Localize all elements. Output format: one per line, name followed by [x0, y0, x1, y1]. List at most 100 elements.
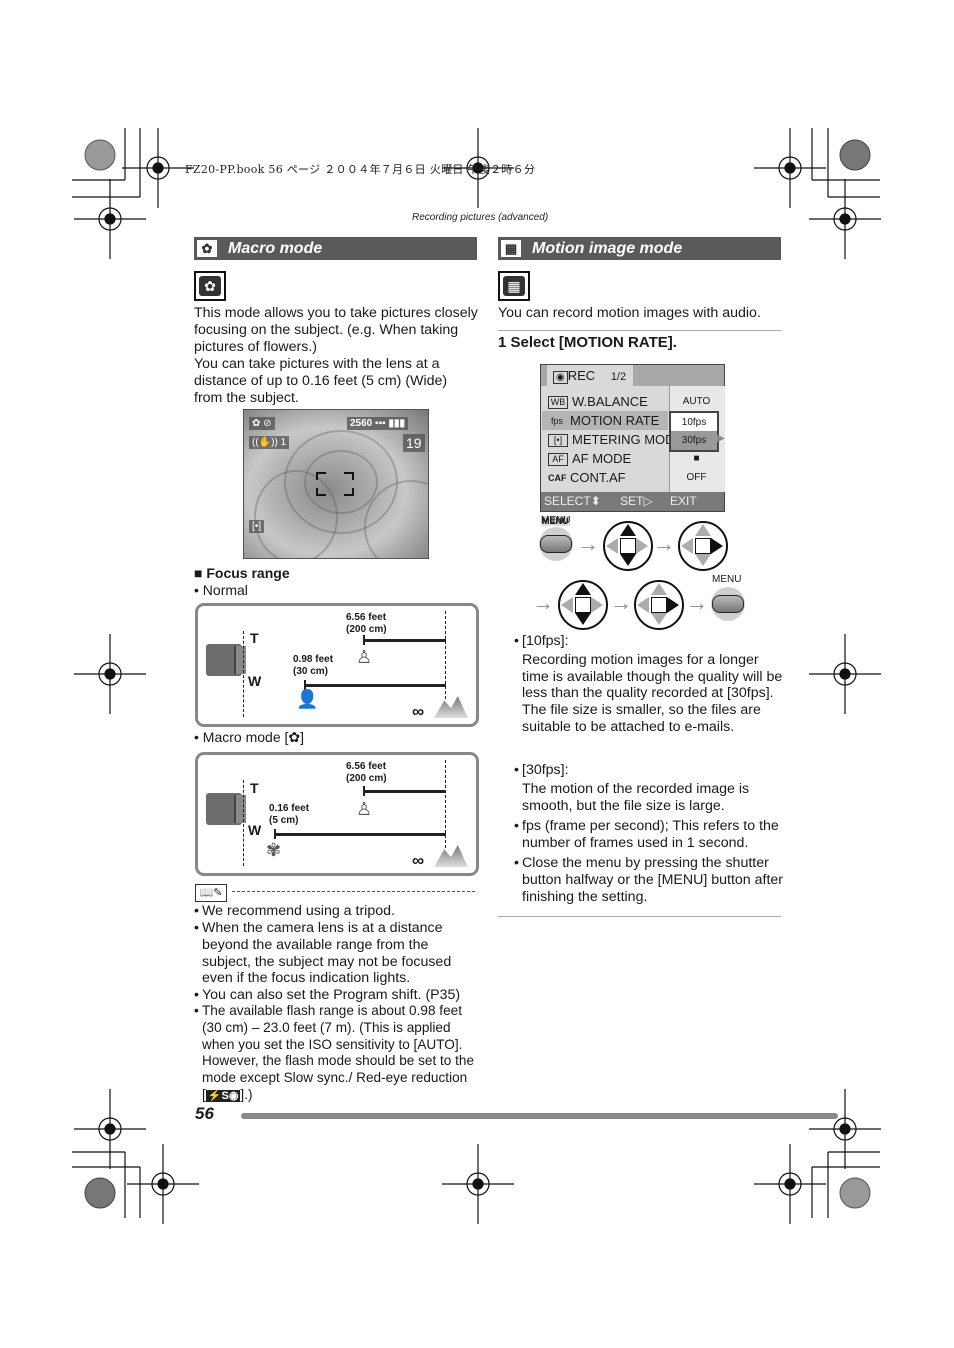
footer-bar — [241, 1113, 838, 1119]
resolution-readout: 2560 ▪▪▪ ▮▮▮ — [347, 417, 408, 430]
up-arrow-icon — [575, 583, 591, 595]
wide-label: W — [248, 822, 262, 838]
tele-label: T — [250, 630, 259, 646]
infinity-symbol: ∞ — [412, 702, 425, 721]
step-text: Select [MOTION RATE]. — [510, 334, 677, 351]
note-divider — [232, 891, 475, 892]
menu-button — [711, 587, 745, 621]
focus-diagram-normal: T W 6.56 feet (200 cm) ♙ 0.98 feet (30 c… — [195, 603, 479, 727]
menu-button — [539, 527, 573, 561]
menu-row-af-mode: AF AF MODE — [542, 449, 668, 468]
note-item: • When the camera lens is at a distance b… — [194, 920, 452, 987]
divider — [498, 916, 781, 917]
rec-tab: ◉ REC 1/2 — [547, 365, 633, 386]
right-arrow-icon — [711, 538, 723, 554]
note-icon: 📖✎ — [195, 884, 227, 902]
page-number: 56 — [195, 1104, 214, 1123]
rec-menu-screen: ◉ REC 1/2 WB W.BALANCE AUTO fps MOTION RATE… — [540, 364, 725, 526]
menu-row-w-balance: WB W.BALANCE — [542, 392, 668, 411]
focus-diagram-macro: T W 6.56 feet (200 cm) ♙ 0.16 feet (5 cm… — [195, 752, 479, 876]
down-arrow-icon — [695, 554, 711, 566]
menu-label: MENU — [712, 574, 742, 585]
macro-flower-icon: ✿ ⊘ — [249, 417, 275, 430]
menu-row-cont-af: CAF CONT.AF — [548, 470, 626, 485]
macro-flower-icon: ✿ — [288, 729, 301, 745]
dpad-right — [634, 580, 684, 630]
menu-row-motion-rate: fps MOTION RATE — [542, 411, 668, 430]
normal-label: • Normal — [194, 582, 248, 598]
tele-distance: 6.56 feet (200 cm) — [346, 612, 387, 635]
section-header-macro: ✿ Macro mode — [194, 237, 477, 260]
dpad-up-down — [558, 580, 608, 630]
section-title: Motion image mode — [532, 240, 683, 257]
remaining-shots: 19 — [403, 434, 425, 452]
left-arrow-icon — [637, 597, 649, 613]
mountain-icon — [434, 845, 468, 867]
flash-redeye-slow-icon: ⚡S◉ — [205, 1089, 241, 1102]
motion-mode-dial-icon: ▦ — [498, 271, 530, 301]
menu-footer: SELECT⬍ SET▷ EXIT MENU — [541, 492, 724, 526]
left-arrow-icon — [681, 538, 693, 554]
down-arrow-icon — [620, 554, 636, 566]
up-arrow-icon — [651, 583, 667, 595]
camera-icon — [206, 644, 246, 676]
person-icon: ♙ — [356, 799, 373, 819]
up-arrow-icon — [695, 524, 711, 536]
macro-mode-dial-icon: ✿ — [194, 271, 226, 301]
wide-distance: 0.16 feet (5 cm) — [269, 803, 310, 826]
dpad-right — [678, 521, 728, 571]
wide-label: W — [248, 673, 262, 689]
macro-intro-2: You can take pictures with the lens at a… — [194, 356, 448, 406]
macro-intro-1: This mode allows you to take pictures cl… — [194, 305, 478, 355]
person-icon: 👤 — [296, 689, 319, 709]
note-item: • The available flash range is about 0.98… — [194, 1003, 475, 1102]
section-title: Macro mode — [228, 240, 323, 257]
option-description-10fps: • [10fps]: Recording motion images for a … — [514, 633, 783, 735]
note-item: • We recommend using a tripod. — [194, 903, 395, 919]
down-arrow-icon — [651, 613, 667, 625]
arrow-icon: → — [577, 531, 599, 556]
dpad-up-down — [603, 521, 653, 571]
step-1: 1 Select [MOTION RATE]. — [498, 334, 677, 351]
arrow-icon: → — [610, 590, 632, 615]
left-arrow-icon — [561, 597, 573, 613]
right-arrow-icon: ▶ — [717, 433, 725, 444]
tele-distance: 6.56 feet (200 cm) — [346, 761, 387, 784]
left-arrow-icon — [606, 538, 618, 554]
tele-label: T — [250, 780, 259, 796]
close-menu-note: • Close the menu by pressing the shutter … — [514, 855, 784, 905]
focus-range-heading: ■ Focus range — [194, 565, 290, 581]
stabilizer-icon: ((✋)) 1 — [249, 436, 290, 449]
running-head: Recording pictures (advanced) — [412, 212, 549, 223]
fps-definition: • fps (frame per second); This refers to … — [514, 818, 779, 851]
spot-metering-icon: [•] — [249, 520, 265, 533]
menu-label: MENU — [541, 515, 571, 526]
macro-flower-icon: ✿ — [197, 240, 217, 257]
note-item: • You can also set the Program shift. (P3… — [194, 987, 461, 1003]
right-arrow-icon — [667, 597, 679, 613]
up-arrow-icon — [620, 524, 636, 536]
mountain-icon — [434, 696, 468, 718]
option-description-30fps: • [30fps]: The motion of the recorded ima… — [514, 762, 750, 814]
arrow-icon: → — [532, 590, 554, 615]
lcd-preview: ✿ ⊘ ((✋)) 1 2560 ▪▪▪ ▮▮▮ 19 [•] — [243, 409, 429, 559]
infinity-symbol: ∞ — [412, 851, 425, 870]
af-frame — [316, 472, 354, 496]
camera-icon: ◉ — [553, 371, 568, 384]
film-strip-icon: ▦ — [501, 240, 521, 257]
macro-label: • Macro mode [✿] — [194, 729, 305, 745]
wide-distance: 0.98 feet (30 cm) — [293, 654, 334, 677]
flower-icon: ✾ — [266, 840, 282, 860]
divider — [498, 330, 781, 331]
camera-icon — [206, 793, 246, 825]
step-number: 1 — [498, 334, 507, 351]
arrow-icon: → — [686, 590, 708, 615]
right-arrow-icon — [591, 597, 603, 613]
down-arrow-icon — [575, 613, 591, 625]
section-header-motion: ▦ Motion image mode — [498, 237, 781, 260]
menu-row-metering-mode: [•] METERING MODE — [542, 430, 683, 449]
person-icon: ♙ — [356, 647, 373, 667]
print-slug: FZ20-PP.book 56 ページ ２００４年７月６日 火曜日 午後２時６分 — [185, 163, 536, 176]
arrow-icon: → — [653, 531, 675, 556]
motion-intro: You can record motion images with audio. — [498, 305, 761, 321]
